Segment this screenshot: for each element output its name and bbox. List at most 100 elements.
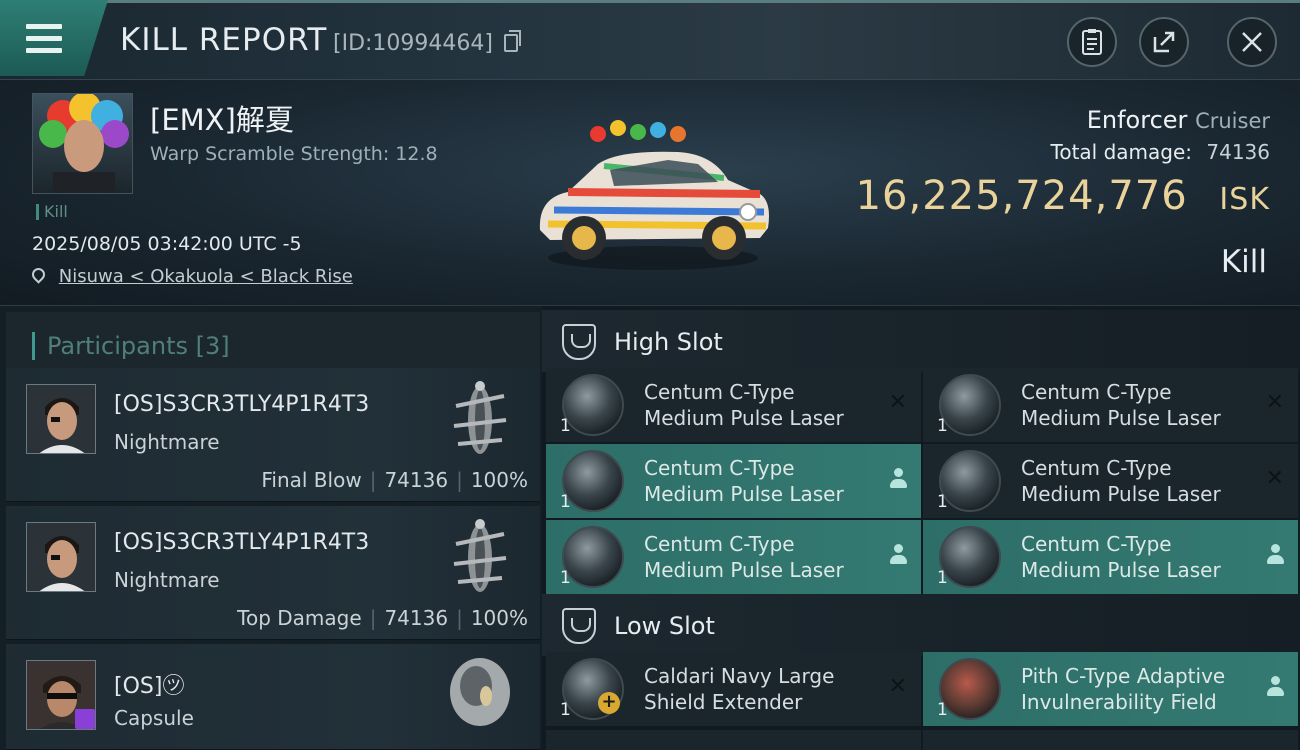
kill-location[interactable]: Nisuwa < Okakuola < Black Rise [29, 265, 353, 287]
pulse-laser-icon [939, 374, 1001, 436]
nightmare-ship-icon [453, 519, 507, 592]
clipboard-button[interactable] [1067, 17, 1117, 67]
module-slot[interactable]: 1 Pith C-Type Adaptive Invulnerability F… [923, 652, 1298, 726]
divider: | [369, 606, 377, 630]
module-name-2: Medium Pulse Laser [644, 482, 844, 506]
pulse-laser-icon [939, 450, 1001, 512]
module-slot[interactable]: 1 Centum C-Type Medium Pulse Laser [923, 520, 1298, 594]
total-damage-value: 74136 [1206, 140, 1270, 164]
module-name: Centum C-Type [1021, 380, 1172, 404]
hamburger-bar [26, 36, 62, 41]
avatar [27, 385, 95, 453]
pulse-laser-icon [562, 450, 624, 512]
module-quantity: 1 [560, 416, 571, 436]
victim-pilot-name[interactable]: [EMX]解夏 [150, 97, 294, 139]
participants-title: Participants [3] [32, 332, 230, 360]
module-name-2: Medium Pulse Laser [644, 406, 844, 430]
module-name: Caldari Navy Large [644, 664, 835, 688]
participants-label: Participants [47, 332, 188, 360]
location-text[interactable]: Nisuwa < Okakuola < Black Rise [59, 266, 353, 287]
total-damage-label: Total damage: [1050, 140, 1193, 164]
total-damage: Total damage: 74136 [1051, 140, 1270, 164]
ship-class: Cruiser [1195, 109, 1270, 133]
participant-name: [OS]S3CR3TLY4P1R4T3 [114, 392, 370, 417]
module-name: Centum C-Type [1021, 532, 1172, 556]
person-head [1271, 676, 1280, 685]
close-icon [1242, 32, 1262, 52]
share-button[interactable] [1139, 17, 1189, 67]
participant-avatar [26, 660, 96, 730]
dropped-person-icon [889, 468, 907, 490]
low-slot-header: Low Slot [542, 594, 1300, 656]
participant-name: [OS]㋡ [114, 674, 185, 699]
participants-header: Participants [3] [6, 312, 540, 370]
high-slot-label: High Slot [614, 328, 723, 356]
menu-button[interactable] [0, 0, 108, 76]
module-slot[interactable]: 1 Centum C-Type Medium Pulse Laser [546, 520, 921, 594]
copy-icon[interactable] [504, 30, 521, 52]
module-slot[interactable]: 1 Centum C-Type Medium Pulse Laser ✕ [923, 444, 1298, 518]
participant-row[interactable]: [OS]㋡ Capsule [6, 644, 540, 750]
close-button[interactable] [1227, 17, 1277, 67]
pulse-laser-icon [939, 526, 1001, 588]
warp-scramble-strength: Warp Scramble Strength: 12.8 [150, 143, 438, 165]
low-slot-icon [562, 608, 596, 644]
victim-ship-image [539, 120, 769, 270]
divider: | [456, 468, 463, 492]
module-quantity: 1 [560, 568, 571, 588]
dropped-person-icon [1266, 676, 1284, 698]
module-name-2: Medium Pulse Laser [1021, 482, 1221, 506]
page-title: KILL REPORT [120, 22, 328, 58]
module-name-2: Invulnerability Field [1021, 690, 1217, 714]
person-body [1267, 555, 1284, 564]
module-quantity: 1 [560, 700, 571, 720]
module-slot[interactable] [923, 730, 1298, 750]
participant-stats: Top Damage | 74136 | 100% [237, 606, 528, 630]
pulse-laser-icon [562, 374, 624, 436]
kill-result: Kill [1220, 244, 1267, 280]
participants-count: [3] [195, 332, 230, 360]
module-quantity: 1 [937, 568, 948, 588]
person-head [894, 468, 903, 477]
participant-name: [OS]S3CR3TLY4P1R4T3 [114, 530, 370, 555]
corp-badge-icon [75, 709, 95, 729]
participant-damage: 74136 [384, 468, 449, 492]
person-body [890, 555, 907, 564]
module-name-2: Medium Pulse Laser [644, 558, 844, 582]
victim-ship-type[interactable]: Enforcer Cruiser [1087, 106, 1270, 134]
participant-role: Final Blow [261, 468, 362, 492]
module-slot[interactable]: 1 Centum C-Type Medium Pulse Laser ✕ [923, 368, 1298, 442]
module-name-2: Medium Pulse Laser [1021, 558, 1221, 582]
module-slot[interactable]: + 1 Caldari Navy Large Shield Extender ✕ [546, 652, 921, 726]
divider: | [456, 606, 463, 630]
module-quantity: 1 [560, 492, 571, 512]
module-quantity: 1 [937, 416, 948, 436]
module-slot[interactable]: 1 Centum C-Type Medium Pulse Laser [546, 444, 921, 518]
person-head [1271, 544, 1280, 553]
isk-amount: 16,225,724,776 [855, 173, 1188, 219]
participant-ship: Capsule [114, 706, 194, 730]
module-quantity: 1 [937, 492, 948, 512]
destroyed-icon: ✕ [888, 390, 907, 415]
destroyed-icon: ✕ [1265, 466, 1284, 491]
participant-row[interactable]: [OS]S3CR3TLY4P1R4T3 Nightmare Final Blow… [6, 368, 540, 502]
avatar [39, 94, 129, 193]
destroyed-icon: ✕ [1265, 390, 1284, 415]
low-slot-label: Low Slot [614, 612, 715, 640]
module-name: Pith C-Type Adaptive [1021, 664, 1226, 688]
participant-percent: 100% [470, 468, 528, 492]
capsule-ship-icon [450, 658, 510, 726]
dropped-person-icon [889, 544, 907, 566]
module-name: Centum C-Type [644, 532, 795, 556]
plus-icon: + [598, 692, 620, 714]
participant-row[interactable]: [OS]S3CR3TLY4P1R4T3 Nightmare Top Damage… [6, 506, 540, 640]
module-name: Centum C-Type [1021, 456, 1172, 480]
clipboard-icon [1082, 29, 1102, 55]
victim-portrait[interactable] [32, 93, 133, 194]
module-slot[interactable] [546, 730, 921, 750]
top-bar: KILL REPORT [ID:10994464] [0, 0, 1300, 80]
module-name-2: Medium Pulse Laser [1021, 406, 1221, 430]
person-body [1267, 687, 1284, 696]
module-slot[interactable]: 1 Centum C-Type Medium Pulse Laser ✕ [546, 368, 921, 442]
module-name: Centum C-Type [644, 456, 795, 480]
